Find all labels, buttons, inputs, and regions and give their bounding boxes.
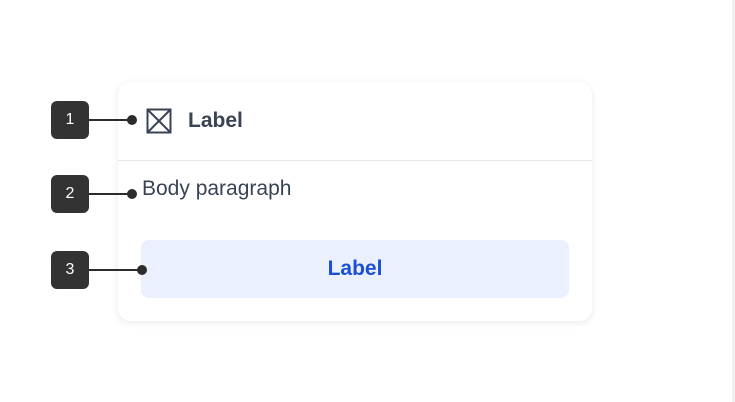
card-header: Label — [118, 82, 592, 161]
annotation-leader-2 — [89, 193, 131, 195]
annotation-marker-3: 3 — [51, 251, 89, 289]
card-body-text: Body paragraph — [142, 177, 292, 200]
annotation-leader-3 — [89, 269, 141, 271]
annotation-leader-1 — [89, 119, 131, 121]
card: Label Body paragraph Label — [118, 82, 592, 321]
annotation-dot-1 — [127, 115, 137, 125]
annotation-dot-2 — [127, 189, 137, 199]
card-action-button[interactable]: Label — [141, 240, 569, 298]
placeholder-image-icon — [146, 108, 172, 134]
annotation-dot-3 — [137, 265, 147, 275]
card-header-label: Label — [188, 109, 243, 132]
annotation-marker-1: 1 — [51, 101, 89, 139]
annotation-marker-2: 2 — [51, 175, 89, 213]
